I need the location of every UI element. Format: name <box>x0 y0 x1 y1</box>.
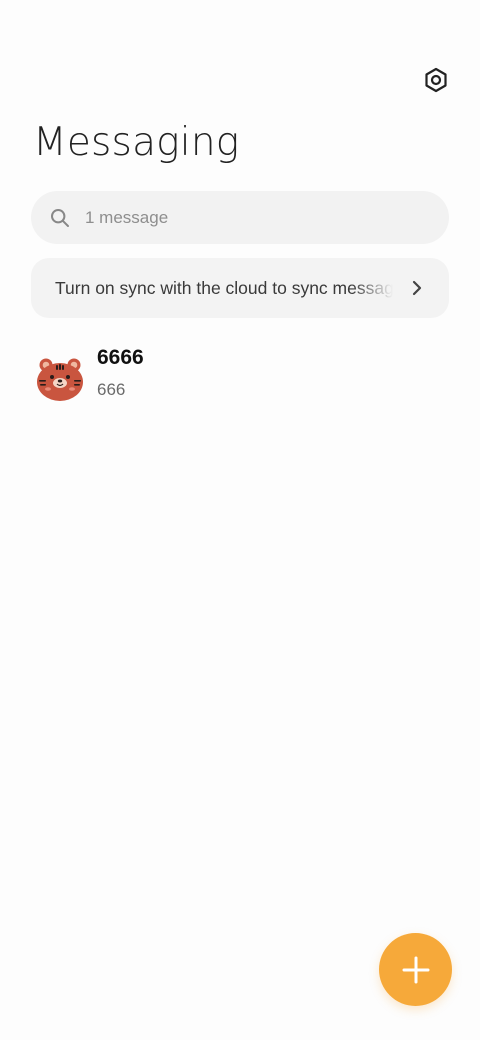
settings-button[interactable] <box>416 60 456 100</box>
search-icon <box>49 207 71 229</box>
chevron-right-icon <box>407 278 427 298</box>
conversation-item[interactable]: 6666 666 <box>0 336 480 420</box>
settings-icon <box>425 67 447 93</box>
sync-banner-text: Turn on sync with the cloud to sync mess… <box>55 277 393 298</box>
conversation-preview: 666 <box>97 380 126 399</box>
plus-icon <box>402 956 429 983</box>
sync-banner[interactable]: Turn on sync with the cloud to sync mess… <box>31 258 449 318</box>
new-message-button[interactable] <box>379 933 452 1006</box>
tiger-avatar-icon <box>36 356 84 402</box>
search-bar[interactable] <box>31 191 449 244</box>
page-title: Messaging <box>33 120 240 165</box>
messaging-screen: Messaging Turn on sync with the cloud to… <box>0 0 480 1040</box>
search-input[interactable] <box>83 206 407 229</box>
conversation-name: 6666 <box>97 346 144 369</box>
